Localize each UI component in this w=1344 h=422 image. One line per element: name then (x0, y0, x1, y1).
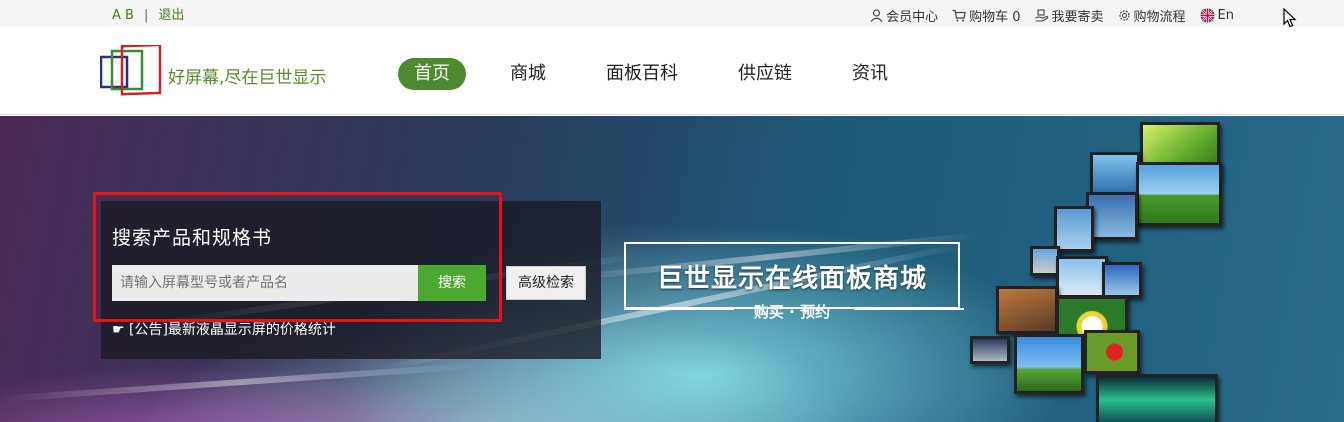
logout-link[interactable]: 退出 (158, 8, 184, 23)
promo-subtitle: 购买 · 预约 (753, 303, 831, 321)
site-logo-icon[interactable] (100, 45, 164, 99)
site-slogan: 好屏幕,尽在巨世显示 (168, 68, 327, 88)
screen-tile (1102, 262, 1142, 298)
top-utility-bar: A B | 退出 会员中心 购物车 0 我要寄卖 购物流程 En (0, 0, 1344, 28)
uk-flag-icon (1200, 8, 1215, 23)
screen-tile (1136, 162, 1222, 226)
screens-tower-image (960, 116, 1344, 422)
sell-hand-icon (1034, 9, 1048, 22)
nav-item-news[interactable]: 资讯 (836, 58, 904, 90)
consign-sell-link[interactable]: 我要寄卖 (1034, 6, 1104, 25)
purchase-process-label: 购物流程 (1133, 10, 1186, 25)
highlight-annotation-box (93, 192, 502, 322)
screen-tile (1056, 256, 1108, 298)
screen-tile (1014, 334, 1084, 394)
announcement-link[interactable]: ☛ [公告]最新液晶显示屏的价格统计 (112, 319, 336, 339)
user-icon (870, 9, 883, 22)
screen-tile (970, 336, 1010, 364)
nav-item-panel-wiki[interactable]: 面板百科 (590, 58, 694, 90)
screen-tile (1096, 374, 1218, 422)
topbar-separator: | (143, 8, 149, 23)
consign-sell-label: 我要寄卖 (1051, 10, 1104, 25)
member-center-link[interactable]: 会员中心 (870, 6, 938, 25)
topbar-right-links: 会员中心 购物车 0 我要寄卖 购物流程 En (870, 6, 1234, 25)
cart-label: 购物车 0 (969, 10, 1021, 25)
english-language-link[interactable]: En (1200, 8, 1234, 23)
screen-tile (996, 286, 1058, 334)
member-center-label: 会员中心 (886, 10, 939, 25)
language-switch-link[interactable]: A B (112, 8, 134, 23)
purchase-process-link[interactable]: 购物流程 (1118, 6, 1186, 25)
mouse-pointer-icon (1283, 8, 1297, 28)
gear-icon (1118, 10, 1130, 21)
promo-banner: 巨世显示在线面板商城 购买 · 预约 (624, 242, 964, 321)
topbar-left: A B | 退出 (112, 4, 184, 23)
nav-item-mall[interactable]: 商城 (494, 58, 562, 90)
site-header: 好屏幕,尽在巨世显示 首页 商城 面板百科 供应链 资讯 (0, 27, 1344, 115)
main-nav: 首页 商城 面板百科 供应链 资讯 (398, 58, 932, 90)
screen-tile (1084, 330, 1140, 374)
nav-item-supply-chain[interactable]: 供应链 (722, 58, 808, 90)
cart-icon (952, 9, 966, 22)
light-streak (0, 362, 480, 402)
english-label: En (1217, 8, 1234, 23)
promo-title: 巨世显示在线面板商城 (656, 264, 927, 294)
advanced-search-button[interactable]: 高级检索 (506, 266, 586, 300)
cart-link[interactable]: 购物车 0 (952, 6, 1021, 25)
nav-item-home[interactable]: 首页 (398, 58, 466, 90)
screen-tile (1054, 206, 1094, 252)
